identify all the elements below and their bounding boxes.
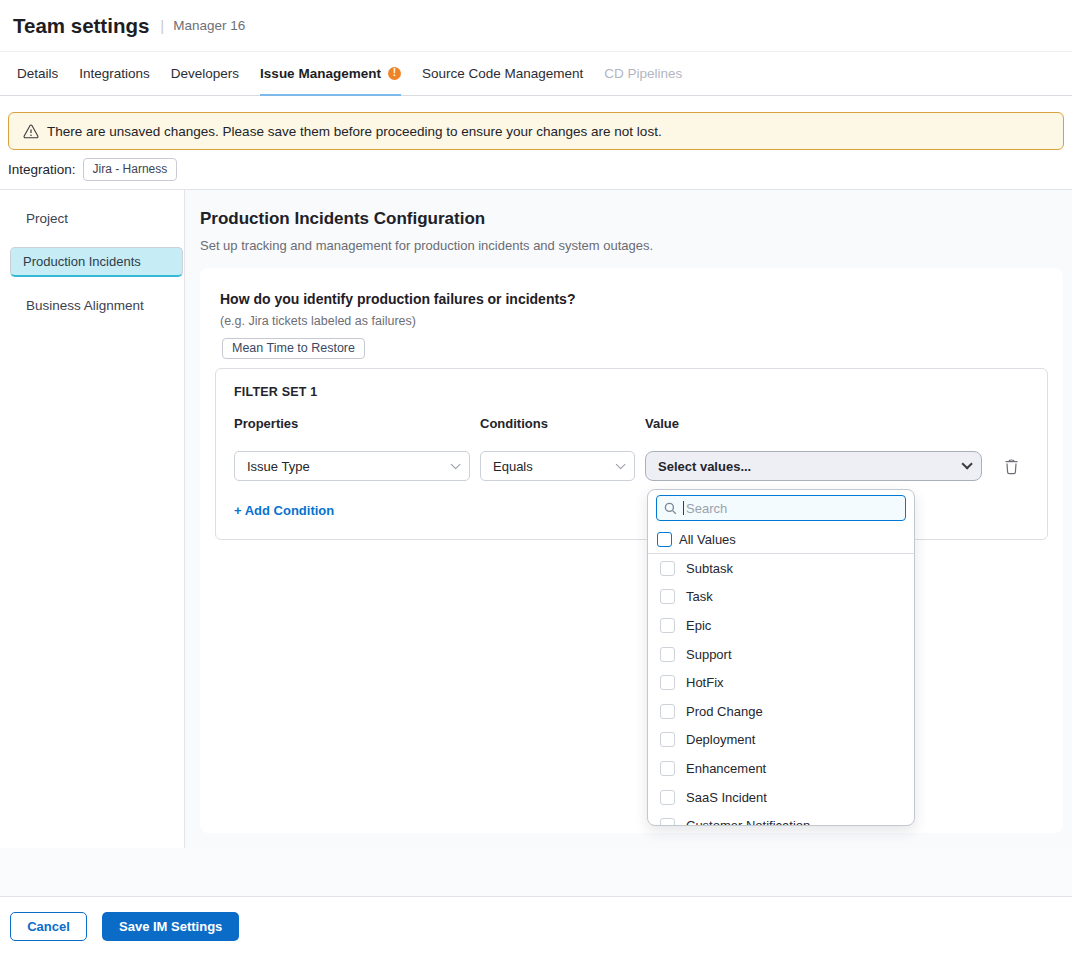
filter-set-box: FILTER SET 1 Properties Conditions Value… [215, 368, 1048, 540]
configuration-card: How do you identify production failures … [200, 268, 1063, 833]
section-title: Production Incidents Configuration [200, 209, 1063, 229]
integration-label: Integration: [8, 162, 76, 177]
tab-issue-management[interactable]: Issue Management ! [260, 52, 401, 96]
unsaved-alert-icon: ! [388, 67, 401, 80]
text-caret [683, 501, 684, 515]
tab-integrations[interactable]: Integrations [79, 52, 150, 96]
tab-details[interactable]: Details [17, 52, 58, 96]
sidebar-item-project[interactable]: Project [10, 199, 183, 238]
integration-chip[interactable]: Jira - Harness [83, 158, 178, 181]
option-epic[interactable]: Epic [648, 611, 914, 640]
page-subtitle: Manager 16 [173, 18, 245, 33]
column-label-conditions: Conditions [480, 416, 635, 451]
option-all-values[interactable]: All Values [648, 527, 914, 554]
delete-filter-icon[interactable] [1004, 458, 1019, 475]
sidebar-item-business-alignment[interactable]: Business Alignment [10, 286, 183, 325]
option-task[interactable]: Task [648, 583, 914, 612]
checkbox-icon[interactable] [660, 589, 675, 604]
option-enhancement[interactable]: Enhancement [648, 754, 914, 783]
cancel-button[interactable]: Cancel [10, 912, 87, 941]
properties-select[interactable]: Issue Type [234, 451, 470, 481]
checkbox-icon[interactable] [660, 818, 675, 826]
option-prod-change[interactable]: Prod Change [648, 697, 914, 726]
value-dropdown-panel: Search All Values Subtask Task Epic Supp… [647, 489, 915, 826]
page-header: Team settings | Manager 16 [0, 0, 1072, 52]
tab-bar: Details Integrations Developers Issue Ma… [0, 52, 1072, 96]
metric-chip-mean-time-to-restore[interactable]: Mean Time to Restore [222, 338, 365, 359]
page-title: Team settings [13, 14, 149, 38]
footer-actions: Cancel Save IM Settings [0, 897, 1072, 956]
conditions-select[interactable]: Equals [480, 451, 635, 481]
value-multiselect[interactable]: Select values... Search All Values [645, 451, 982, 481]
checkbox-icon[interactable] [660, 618, 675, 633]
search-icon [664, 502, 677, 515]
search-placeholder: Search [686, 501, 727, 516]
warning-icon [23, 124, 39, 139]
column-label-value: Value [645, 416, 982, 451]
section-subtitle: Set up tracking and management for produ… [200, 238, 1063, 253]
option-saas-incident[interactable]: SaaS Incident [648, 783, 914, 812]
checkbox-icon[interactable] [660, 675, 675, 690]
checkbox-icon[interactable] [660, 704, 675, 719]
chevron-down-icon [451, 459, 461, 469]
sidebar-item-production-incidents[interactable]: Production Incidents [10, 247, 183, 277]
option-hotfix[interactable]: HotFix [648, 668, 914, 697]
tab-developers[interactable]: Developers [171, 52, 239, 96]
dropdown-search-input[interactable]: Search [656, 495, 906, 521]
tab-source-code-management[interactable]: Source Code Management [422, 52, 583, 96]
column-label-properties: Properties [234, 416, 470, 451]
dropdown-options-list: Subtask Task Epic Support HotFix Prod Ch… [648, 554, 914, 826]
save-im-settings-button[interactable]: Save IM Settings [102, 912, 239, 941]
title-divider: | [160, 17, 164, 34]
option-subtask[interactable]: Subtask [648, 554, 914, 583]
checkbox-icon[interactable] [660, 647, 675, 662]
option-deployment[interactable]: Deployment [648, 726, 914, 755]
banner-text: There are unsaved changes. Please save t… [47, 124, 662, 139]
main-pane: Production Incidents Configuration Set u… [185, 190, 1072, 848]
settings-sidebar: Project Production Incidents Business Al… [0, 190, 185, 848]
checkbox-icon[interactable] [660, 561, 675, 576]
filter-set-title: FILTER SET 1 [234, 385, 1029, 399]
tab-cd-pipelines: CD Pipelines [604, 52, 682, 96]
integration-row: Integration: Jira - Harness [0, 150, 1072, 190]
question-hint: (e.g. Jira tickets labeled as failures) [220, 314, 1043, 328]
option-customer-notification[interactable]: Customer Notification [648, 811, 914, 826]
checkbox-icon[interactable] [660, 790, 675, 805]
chevron-down-icon [616, 459, 626, 469]
checkbox-icon[interactable] [660, 761, 675, 776]
chevron-down-icon [961, 458, 972, 469]
option-support[interactable]: Support [648, 640, 914, 669]
checkbox-all-values[interactable] [657, 532, 672, 547]
question-heading: How do you identify production failures … [220, 291, 1043, 307]
checkbox-icon[interactable] [660, 732, 675, 747]
footer-spacer [0, 848, 1072, 897]
unsaved-changes-banner: There are unsaved changes. Please save t… [8, 112, 1064, 150]
